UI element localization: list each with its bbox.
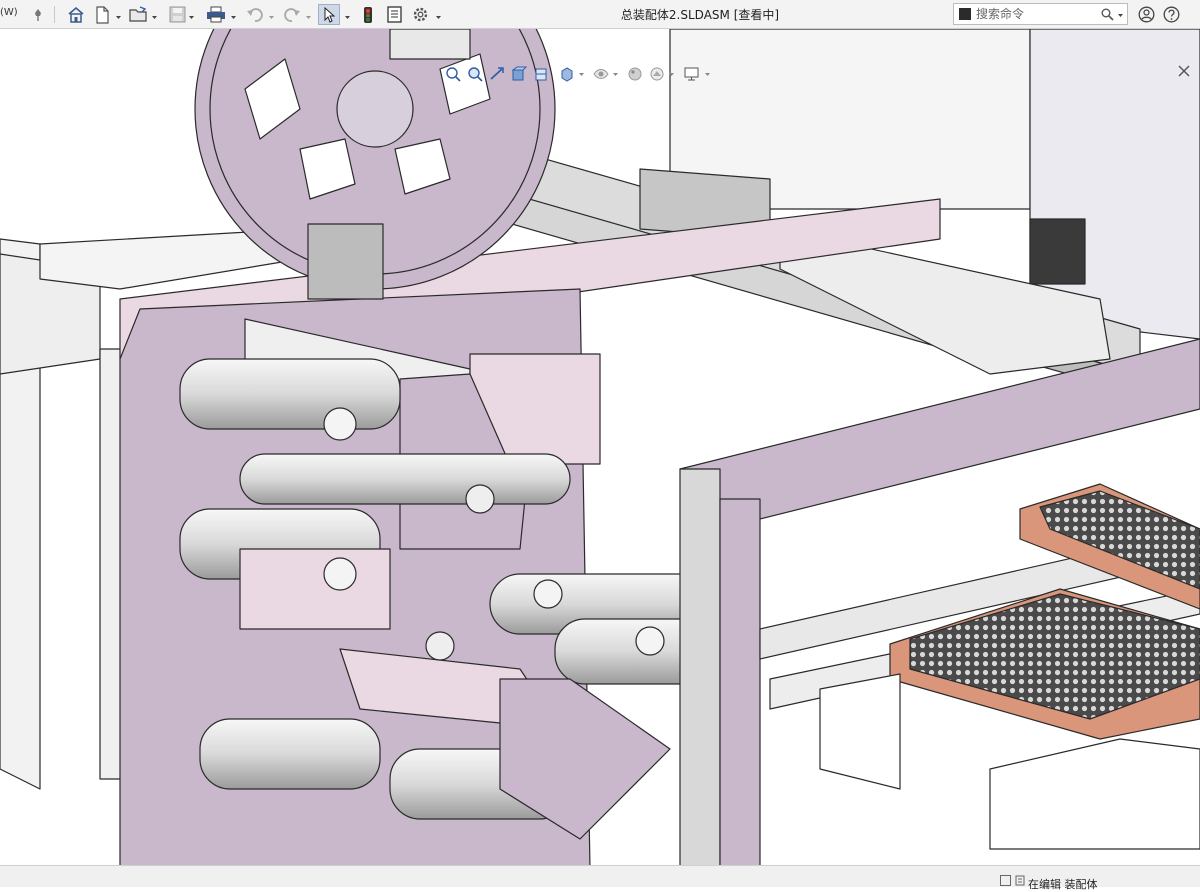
print-dropdown-chevron-icon[interactable] [230, 8, 237, 20]
edit-appearance-icon[interactable] [627, 66, 643, 82]
rebuild-traffic-light-icon[interactable] [360, 5, 376, 24]
view-settings-dropdown-chevron-icon[interactable] [704, 68, 711, 80]
search-dropdown-chevron-icon[interactable] [1117, 9, 1124, 21]
print-icon[interactable] [205, 5, 227, 24]
select-pointer-icon[interactable] [318, 4, 340, 25]
heads-up-view-toolbar [445, 65, 711, 83]
pin-icon[interactable] [31, 5, 45, 24]
apply-scene-icon[interactable] [649, 66, 665, 82]
select-dropdown-chevron-icon[interactable] [344, 8, 351, 20]
previous-view-icon[interactable] [489, 66, 505, 82]
help-icon[interactable] [1161, 5, 1181, 24]
apply-scene-dropdown-chevron-icon[interactable] [668, 68, 675, 80]
options-gear-icon[interactable] [410, 5, 430, 24]
status-text: 在编辑 装配体 [1028, 878, 1098, 891]
display-style-icon[interactable] [559, 66, 575, 82]
command-search-box[interactable] [953, 3, 1128, 25]
zoom-to-fit-icon[interactable] [445, 66, 461, 82]
redo-icon[interactable] [282, 5, 302, 24]
status-options-icon[interactable] [1015, 875, 1025, 886]
display-style-dropdown-chevron-icon[interactable] [578, 68, 585, 80]
options-dropdown-chevron-icon[interactable] [435, 8, 442, 20]
toolbar-separator [54, 6, 55, 23]
assembly-model-render [0, 29, 1200, 865]
search-icon[interactable] [1101, 8, 1114, 21]
redo-dropdown-chevron-icon[interactable] [305, 8, 312, 20]
undo-dropdown-chevron-icon[interactable] [268, 8, 275, 20]
view-orientation-icon[interactable] [533, 66, 549, 82]
section-view-icon[interactable] [511, 66, 527, 82]
hide-show-items-icon[interactable] [593, 66, 609, 82]
top-toolbar: (W) 总装配体2.SLDASM [查看中] [0, 0, 1200, 29]
user-account-icon[interactable] [1136, 5, 1156, 24]
save-dropdown-chevron-icon[interactable] [188, 8, 195, 20]
command-prompt-icon [959, 8, 971, 20]
window-menu-stub[interactable]: (W) [0, 7, 18, 18]
close-document-icon[interactable] [1176, 63, 1192, 79]
save-icon[interactable] [167, 5, 187, 24]
home-icon[interactable] [66, 5, 86, 24]
new-document-icon[interactable] [93, 5, 111, 24]
rebuild-status-icon[interactable] [1000, 875, 1011, 886]
open-dropdown-chevron-icon[interactable] [151, 8, 158, 20]
window-title: 总装配体2.SLDASM [查看中] [620, 8, 780, 22]
view-settings-monitor-icon[interactable] [683, 66, 701, 82]
undo-icon[interactable] [245, 5, 265, 24]
open-folder-icon[interactable] [128, 5, 150, 24]
graphics-viewport[interactable] [0, 29, 1200, 865]
status-bar: 在编辑 装配体 [0, 865, 1200, 891]
zoom-area-icon[interactable] [467, 66, 483, 82]
file-properties-icon[interactable] [385, 5, 403, 24]
new-dropdown-chevron-icon[interactable] [115, 8, 122, 20]
hide-show-dropdown-chevron-icon[interactable] [612, 68, 619, 80]
command-search-input[interactable] [976, 6, 1076, 22]
